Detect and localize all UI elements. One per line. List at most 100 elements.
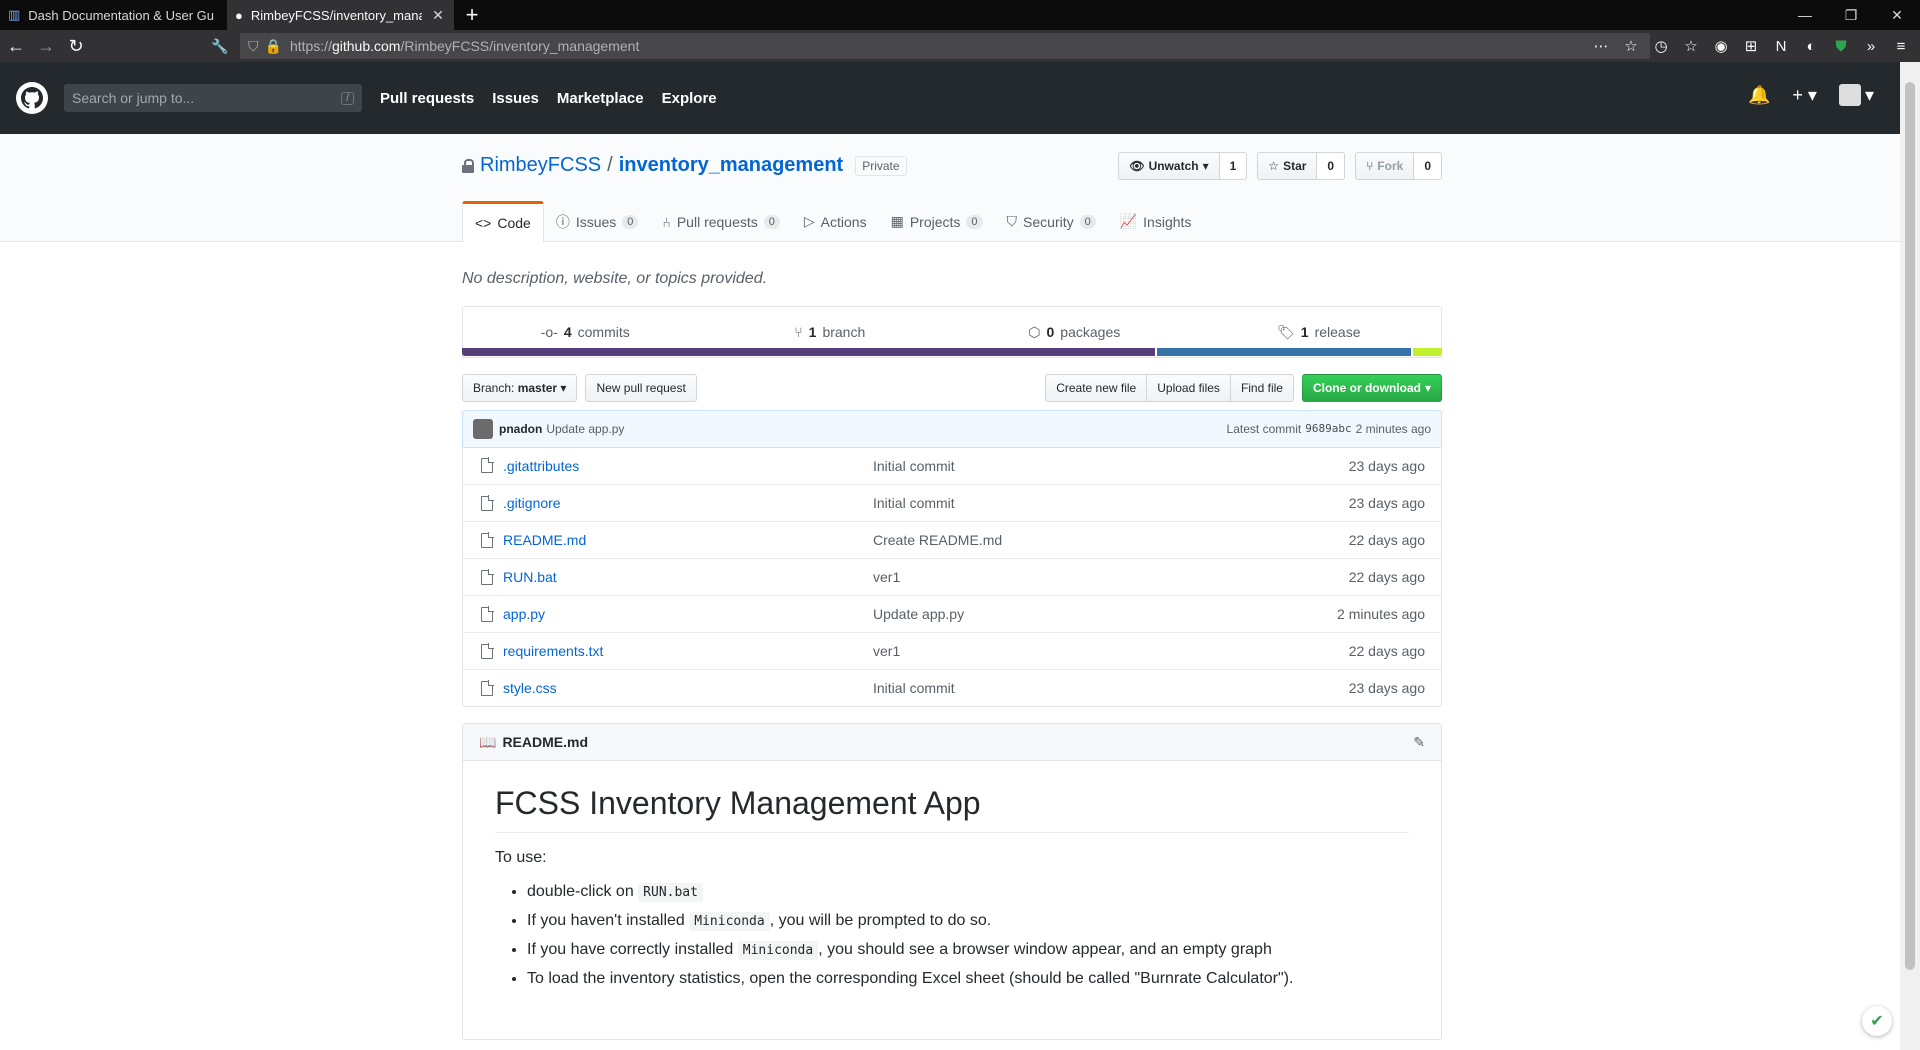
history-icon[interactable]: ◷ bbox=[1650, 37, 1672, 55]
file-commit-message[interactable]: Initial commit bbox=[873, 680, 1349, 696]
library-icon[interactable]: ☆ bbox=[1680, 37, 1702, 55]
bar-chart-icon: ▥ bbox=[8, 7, 21, 22]
branch-icon: ⑂ bbox=[794, 324, 803, 340]
file-navigation: Branch: master ▾ New pull request Create… bbox=[462, 374, 1442, 402]
user-avatar-menu[interactable]: ▾ bbox=[1838, 84, 1874, 106]
more-icon[interactable]: ⋯ bbox=[1590, 37, 1612, 55]
github-logo-icon[interactable] bbox=[16, 82, 48, 114]
commit-author-link[interactable]: pnadon bbox=[499, 422, 542, 436]
overflow-icon[interactable]: » bbox=[1860, 38, 1882, 55]
language-bar[interactable] bbox=[462, 348, 1442, 356]
file-name-link[interactable]: .gitattributes bbox=[503, 458, 873, 474]
restore-icon[interactable]: ❐ bbox=[1828, 0, 1874, 30]
header-nav: Pull requests Issues Marketplace Explore bbox=[380, 90, 717, 107]
security-shield-icon[interactable]: ✔ bbox=[1862, 1006, 1892, 1036]
file-age: 23 days ago bbox=[1348, 457, 1425, 474]
file-name-link[interactable]: requirements.txt bbox=[503, 643, 873, 659]
package-icon: ⬡ bbox=[1028, 323, 1041, 340]
nav-marketplace[interactable]: Marketplace bbox=[557, 90, 644, 107]
repo-title: RimbeyFCSS / inventory_management Privat… bbox=[462, 154, 907, 177]
file-icon bbox=[481, 605, 494, 622]
minimize-icon[interactable]: — bbox=[1782, 0, 1828, 30]
file-commit-message[interactable]: ver1 bbox=[873, 643, 1349, 659]
project-icon: ▦ bbox=[890, 213, 904, 229]
extension-icon[interactable]: ◐ bbox=[1800, 38, 1822, 55]
forward-button[interactable]: → bbox=[32, 32, 60, 60]
file-commit-message[interactable]: Initial commit bbox=[873, 495, 1349, 511]
tab-security[interactable]: ⛉ Security 0 bbox=[995, 201, 1108, 242]
bookmark-star-icon[interactable]: ☆ bbox=[1620, 37, 1642, 55]
file-icon bbox=[481, 642, 494, 659]
nav-pull-requests[interactable]: Pull requests bbox=[380, 90, 474, 107]
branch-select-button[interactable]: Branch: master ▾ bbox=[462, 374, 578, 402]
file-name-link[interactable]: .gitignore bbox=[503, 495, 873, 511]
language-segment[interactable] bbox=[1156, 348, 1411, 356]
tag-icon: 🏷 bbox=[1277, 323, 1295, 340]
browser-tab-github[interactable]: ● RimbeyFCSS/inventory_manag ✕ bbox=[227, 0, 454, 30]
close-tab-icon[interactable]: ✕ bbox=[430, 7, 446, 24]
tab-actions[interactable]: ▷ Actions bbox=[792, 201, 879, 242]
file-commit-message[interactable]: Update app.py bbox=[873, 606, 1337, 622]
vpn-shield-icon[interactable]: ⛊ bbox=[1830, 38, 1852, 55]
tab-label: Insights bbox=[1143, 213, 1192, 230]
nav-explore[interactable]: Explore bbox=[662, 90, 717, 107]
tab-title: RimbeyFCSS/inventory_manag bbox=[250, 7, 422, 23]
language-segment[interactable] bbox=[1412, 348, 1442, 356]
account-icon[interactable]: ◉ bbox=[1710, 37, 1732, 55]
back-button[interactable]: ← bbox=[2, 32, 30, 60]
commit-sha-link[interactable]: 9689abc bbox=[1305, 422, 1351, 436]
translate-icon[interactable]: ⊞ bbox=[1740, 37, 1762, 55]
graph-icon: 📈 bbox=[1119, 213, 1138, 229]
notion-icon[interactable]: N bbox=[1770, 38, 1792, 55]
file-commit-message[interactable]: Initial commit bbox=[873, 458, 1349, 474]
tab-projects[interactable]: ▦ Projects 0 bbox=[879, 201, 995, 242]
file-commit-message[interactable]: Create README.md bbox=[873, 532, 1349, 548]
repo-name-link[interactable]: inventory_management bbox=[619, 154, 844, 177]
file-name-link[interactable]: style.css bbox=[503, 680, 873, 696]
browser-tab-dash[interactable]: ▥ Dash Documentation & User Gu bbox=[0, 0, 227, 30]
wrench-icon[interactable]: 🔧 bbox=[206, 32, 234, 60]
readme-body: FCSS Inventory Management App To use: do… bbox=[463, 761, 1441, 1020]
pencil-edit-icon[interactable]: ✎ bbox=[1413, 734, 1425, 751]
tab-pull-requests[interactable]: ⑃ Pull requests 0 bbox=[650, 201, 791, 242]
file-commit-message[interactable]: ver1 bbox=[873, 569, 1349, 585]
menu-icon[interactable]: ≡ bbox=[1890, 38, 1912, 55]
watch-count[interactable]: 1 bbox=[1219, 152, 1248, 180]
file-name-link[interactable]: app.py bbox=[503, 606, 873, 622]
new-pull-request-button[interactable]: New pull request bbox=[585, 374, 697, 402]
avatar[interactable] bbox=[473, 419, 493, 439]
tab-insights[interactable]: 📈 Insights bbox=[1108, 201, 1204, 242]
fork-button[interactable]: ⑂ Fork bbox=[1355, 152, 1415, 180]
create-new-file-button[interactable]: Create new file bbox=[1045, 374, 1148, 402]
reload-button[interactable]: ↻ bbox=[62, 32, 90, 60]
repo-owner-link[interactable]: RimbeyFCSS bbox=[480, 154, 601, 177]
readme-list: double-click on RUN.bat If you haven't i… bbox=[495, 881, 1409, 990]
github-search-input[interactable]: Search or jump to... / bbox=[64, 84, 362, 112]
file-name-link[interactable]: README.md bbox=[503, 532, 873, 548]
page-scrollbar[interactable] bbox=[1900, 62, 1920, 1050]
star-count[interactable]: 0 bbox=[1317, 152, 1346, 180]
list-text: If you have correctly installed bbox=[527, 941, 738, 958]
file-name-link[interactable]: RUN.bat bbox=[503, 569, 873, 585]
fork-count[interactable]: 0 bbox=[1414, 152, 1442, 180]
unwatch-button[interactable]: 👁 Unwatch ▾ bbox=[1118, 152, 1220, 180]
star-button[interactable]: ☆ Star bbox=[1257, 152, 1318, 180]
scrollbar-thumb[interactable] bbox=[1905, 82, 1915, 970]
tab-issues[interactable]: ⓘ Issues 0 bbox=[544, 201, 651, 242]
upload-files-button[interactable]: Upload files bbox=[1146, 374, 1231, 402]
nav-issues[interactable]: Issues bbox=[492, 90, 539, 107]
create-new-plus-icon[interactable]: + ▾ bbox=[1792, 85, 1817, 106]
find-file-button[interactable]: Find file bbox=[1229, 374, 1294, 402]
eye-icon: 👁 bbox=[1129, 159, 1145, 173]
fork-label: Fork bbox=[1377, 159, 1404, 173]
branch-label: branch bbox=[822, 324, 866, 340]
close-window-icon[interactable]: ✕ bbox=[1874, 0, 1920, 30]
commit-message-link[interactable]: Update app.py bbox=[546, 422, 624, 436]
tab-code[interactable]: <> Code bbox=[462, 201, 544, 242]
clone-download-button[interactable]: Clone or download ▾ bbox=[1301, 374, 1442, 402]
language-segment[interactable] bbox=[462, 348, 1155, 356]
repo-actions: 👁 Unwatch ▾ 1 ☆ Star 0 ⑂ Fork 0 bbox=[1118, 152, 1442, 180]
address-bar[interactable]: ⛉ 🔒 https://github.com/RimbeyFCSS/invent… bbox=[240, 33, 1650, 59]
notifications-bell-icon[interactable]: 🔔 bbox=[1748, 85, 1770, 106]
new-tab-button[interactable]: + bbox=[454, 0, 490, 30]
